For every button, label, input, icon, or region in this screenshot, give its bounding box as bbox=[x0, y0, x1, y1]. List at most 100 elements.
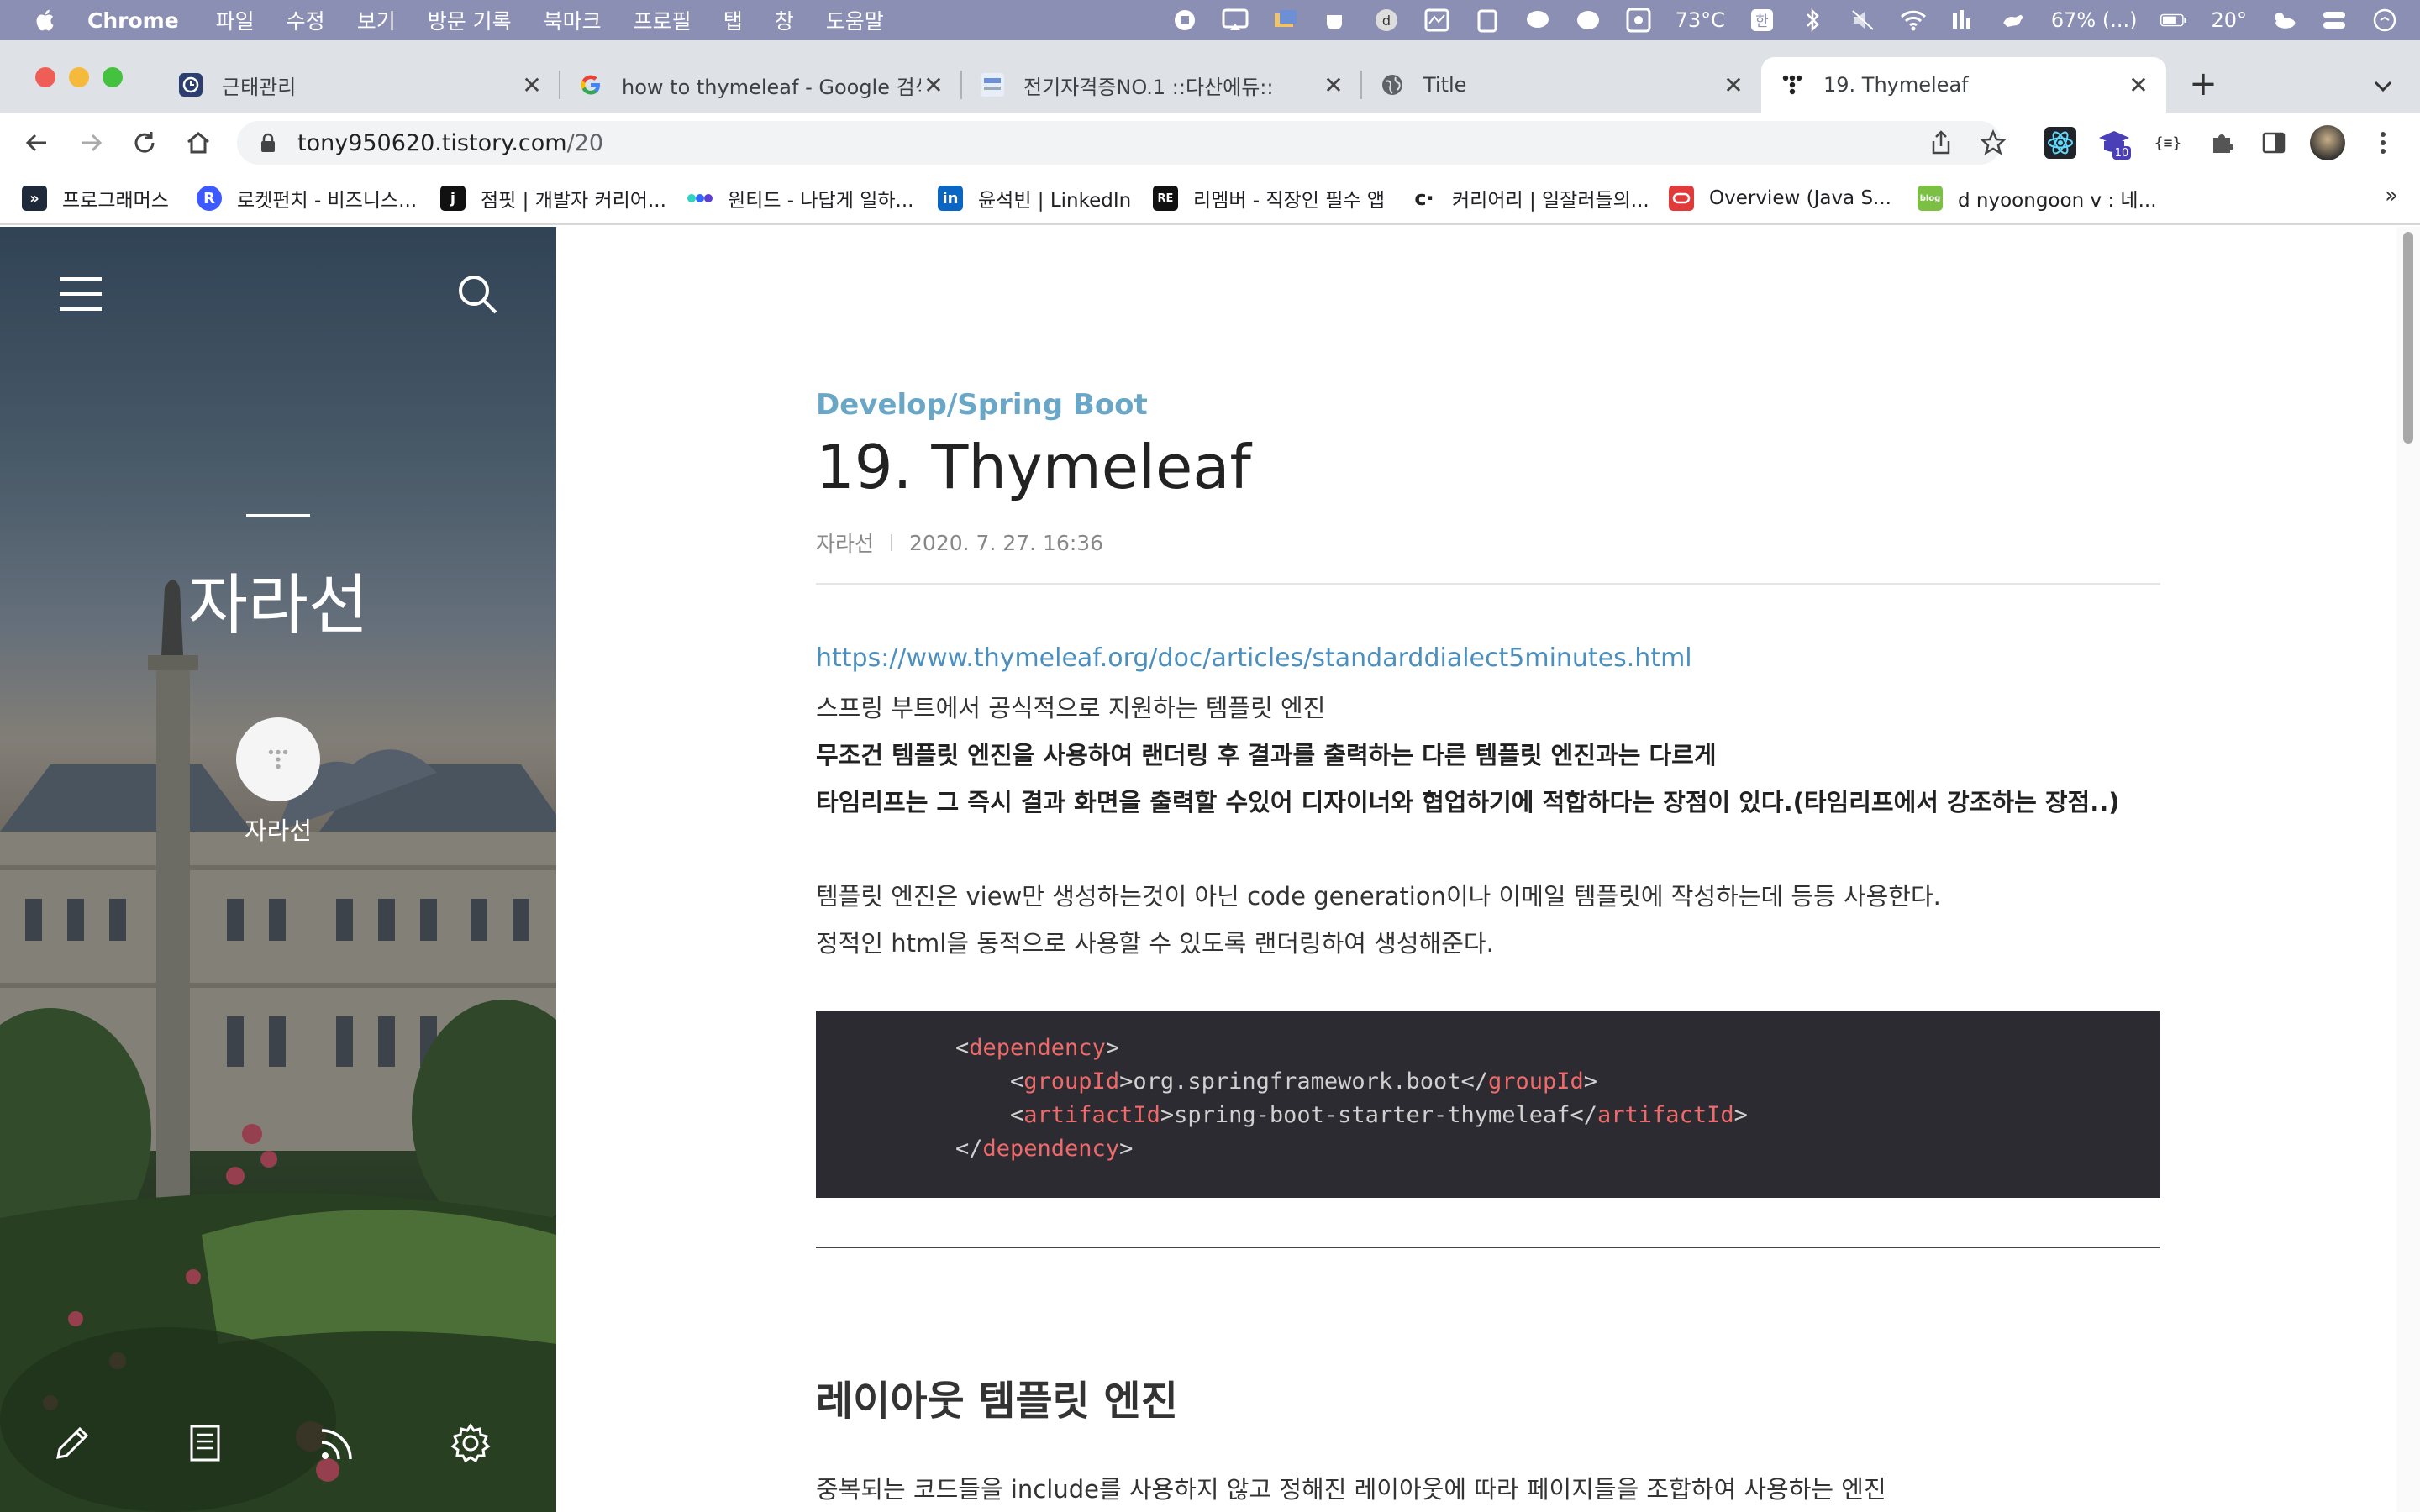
graduation-extension-icon[interactable]: 10 bbox=[2096, 124, 2133, 161]
search-icon[interactable] bbox=[452, 269, 502, 319]
section-heading: 레이아웃 템플릿 엔진 bbox=[816, 1378, 1178, 1425]
menu-file[interactable]: 파일 bbox=[216, 5, 255, 35]
bookmark-rocketpunch[interactable]: R 로켓펀치 - 비즈니스... bbox=[197, 181, 417, 215]
reference-link[interactable]: https://www.thymeleaf.org/doc/articles/s… bbox=[816, 643, 1692, 673]
close-icon[interactable]: ✕ bbox=[1721, 71, 1746, 99]
react-devtools-icon[interactable] bbox=[2042, 124, 2079, 161]
control-center-icon[interactable] bbox=[2321, 8, 2348, 33]
gear-icon[interactable] bbox=[445, 1418, 496, 1468]
clipboard-icon[interactable] bbox=[1474, 8, 1501, 33]
battery-icon[interactable] bbox=[2160, 8, 2187, 33]
chevron-down-icon[interactable] bbox=[2368, 71, 2398, 101]
bookmark-linkedin[interactable]: in 윤석빈 | LinkedIn bbox=[938, 181, 1131, 215]
bookmark-label: Overview (Java S... bbox=[1709, 187, 1891, 209]
reload-button[interactable] bbox=[128, 126, 161, 160]
lock-icon[interactable] bbox=[257, 132, 279, 154]
weather-cloud-icon[interactable] bbox=[2270, 8, 2297, 33]
close-icon[interactable]: ✕ bbox=[2126, 71, 2151, 99]
bookmark-remember[interactable]: RE 리멤버 - 직장인 필수 앱 bbox=[1153, 181, 1385, 215]
messenger-icon[interactable] bbox=[1575, 8, 1602, 33]
input-source-icon[interactable]: 한 bbox=[1749, 8, 1776, 33]
browser-menu-icon[interactable] bbox=[2365, 124, 2402, 161]
weather-temp-text[interactable]: 73°C bbox=[1676, 8, 1725, 32]
new-tab-button[interactable]: + bbox=[2185, 65, 2222, 103]
stats-icon[interactable] bbox=[1950, 8, 1977, 33]
d-app-icon[interactable]: d bbox=[1373, 8, 1400, 33]
back-button[interactable] bbox=[20, 126, 54, 160]
bookmark-wanted[interactable]: 원티드 - 나답게 일하... bbox=[687, 181, 913, 215]
tab-title-page[interactable]: Title ✕ bbox=[1361, 57, 1761, 113]
rss-icon[interactable] bbox=[313, 1418, 363, 1468]
record-icon[interactable] bbox=[1171, 8, 1198, 33]
chat-icon[interactable] bbox=[1524, 8, 1551, 33]
menu-tab[interactable]: 탭 bbox=[723, 5, 743, 35]
mute-icon[interactable] bbox=[1849, 8, 1876, 33]
bookmark-label: 원티드 - 나답게 일하... bbox=[728, 190, 914, 212]
careerly-icon: c· bbox=[1414, 186, 1434, 210]
json-viewer-icon[interactable]: {≡} bbox=[2149, 124, 2186, 161]
bookmarks-bar: » 프로그래머스 R 로켓펀치 - 비즈니스... j 점핏 | 개발자 커리어… bbox=[0, 173, 2420, 225]
menu-profiles[interactable]: 프로필 bbox=[634, 5, 692, 35]
siri-icon[interactable] bbox=[2371, 8, 2398, 33]
macos-menu-bar: Chrome 파일 수정 보기 방문 기록 북마크 프로필 탭 창 도움말 d … bbox=[0, 0, 2420, 40]
extensions-puzzle-icon[interactable] bbox=[2203, 124, 2240, 161]
pencil-icon[interactable] bbox=[47, 1418, 97, 1468]
address-bar[interactable]: tony950620.tistory.com/20 bbox=[237, 121, 2002, 165]
home-button[interactable] bbox=[182, 126, 215, 160]
bookmark-blog[interactable]: blog d nyoongoon v : 네... bbox=[1918, 181, 2157, 215]
bluetooth-icon[interactable] bbox=[1799, 8, 1826, 33]
runcat-icon[interactable] bbox=[2001, 8, 2028, 33]
cup-icon[interactable] bbox=[1323, 8, 1349, 33]
bookmark-programmers[interactable]: » 프로그래머스 bbox=[22, 181, 169, 215]
app-tray-icon[interactable] bbox=[1272, 8, 1299, 33]
menu-help[interactable]: 도움말 bbox=[826, 5, 884, 35]
tab-google-search[interactable]: how to thymeleaf - Google 검색 ✕ bbox=[560, 57, 962, 113]
airplay-icon[interactable] bbox=[1222, 8, 1249, 33]
scroll-thumb[interactable] bbox=[2403, 232, 2413, 444]
tab-attendance[interactable]: 근태관리 ✕ bbox=[160, 57, 560, 113]
fan-icon[interactable] bbox=[1625, 8, 1652, 33]
close-icon[interactable]: ✕ bbox=[1321, 71, 1346, 99]
activity-monitor-icon[interactable] bbox=[1423, 8, 1450, 33]
page-scrollbar[interactable] bbox=[2396, 227, 2420, 1512]
bookmark-careerly[interactable]: c· 커리어리 | 일잘러들의... bbox=[1412, 181, 1649, 215]
window-minimize-button[interactable] bbox=[69, 67, 89, 87]
bookmark-oracle[interactable]: Overview (Java S... bbox=[1669, 181, 1891, 215]
profile-avatar[interactable] bbox=[2309, 124, 2346, 161]
menu-view[interactable]: 보기 bbox=[357, 5, 396, 35]
window-zoom-button[interactable] bbox=[103, 67, 123, 87]
forward-button[interactable] bbox=[74, 126, 108, 160]
menu-history[interactable]: 방문 기록 bbox=[428, 5, 512, 35]
clock-icon bbox=[178, 72, 203, 97]
bookmark-label: 커리어리 | 일잘러들의... bbox=[1452, 190, 1649, 212]
share-icon[interactable] bbox=[1924, 126, 1958, 160]
post-author[interactable]: 자라선 bbox=[816, 528, 874, 558]
temperature-text[interactable]: 20° bbox=[2211, 8, 2247, 32]
menu-bookmarks[interactable]: 북마크 bbox=[544, 5, 602, 35]
menu-window[interactable]: 창 bbox=[775, 5, 794, 35]
svg-text:{≡}: {≡} bbox=[2154, 134, 2182, 152]
menu-edit[interactable]: 수정 bbox=[287, 5, 325, 35]
hamburger-menu-icon[interactable] bbox=[55, 269, 106, 319]
tab-thymeleaf[interactable]: 19. Thymeleaf ✕ bbox=[1761, 57, 2166, 113]
tab-title: 근태관리 bbox=[222, 75, 297, 99]
bookmark-label: 로켓펀치 - 비즈니스... bbox=[237, 190, 418, 212]
battery-percent-text[interactable]: 67% (...) bbox=[2051, 8, 2138, 32]
blog-title[interactable]: 자라선 bbox=[0, 553, 556, 647]
close-icon[interactable]: ✕ bbox=[921, 71, 946, 99]
wifi-icon[interactable] bbox=[1900, 8, 1927, 33]
bookmark-jumpit[interactable]: j 점핏 | 개발자 커리어... bbox=[440, 181, 666, 215]
side-panel-icon[interactable] bbox=[2255, 124, 2292, 161]
profile-avatar[interactable] bbox=[236, 717, 320, 801]
tab-dasan[interactable]: 전기자격증NO.1 ::다산에듀:: ✕ bbox=[961, 57, 1362, 113]
bookmark-star-icon[interactable] bbox=[1976, 126, 2010, 160]
menu-app-name[interactable]: Chrome bbox=[87, 8, 179, 33]
close-icon[interactable]: ✕ bbox=[519, 71, 544, 99]
paragraph: 템플릿 엔진은 view만 생성하는것이 아닌 code generation이… bbox=[816, 882, 1941, 911]
guestbook-icon[interactable] bbox=[180, 1418, 230, 1468]
window-close-button[interactable] bbox=[35, 67, 55, 87]
bookmarks-overflow-icon[interactable]: » bbox=[2385, 183, 2398, 208]
url-path: /20 bbox=[566, 129, 604, 156]
apple-icon[interactable] bbox=[34, 8, 59, 33]
post-category[interactable]: Develop/Spring Boot bbox=[816, 388, 1148, 422]
